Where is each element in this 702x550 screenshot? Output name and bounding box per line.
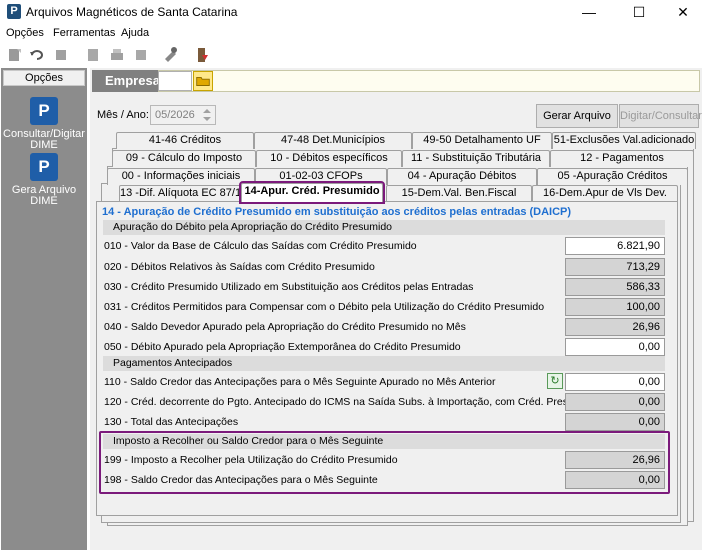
tab-04-apuracao-debitos[interactable]: 04 - Apuração Débitos [387,168,537,185]
tab-10-debitos-especificos[interactable]: 10 - Débitos específicos [256,150,402,167]
row-040-value: 26,96 [565,318,665,336]
document-icon[interactable] [84,46,102,64]
maximize-button[interactable]: ☐ [616,0,662,24]
tab-51-exclusoes[interactable]: 51-Exclusões Val.adicionado [552,132,696,149]
tab-47-48-det-municipios[interactable]: 47-48 Det.Municípios [254,132,412,149]
section-title: 14 - Apuração de Crédito Presumido em su… [102,206,572,218]
app-icon: P [7,4,21,19]
gerar-arquivo-button[interactable]: Gerar Arquivo [536,104,618,128]
tab-09-calculo-imposto[interactable]: 09 - Cálculo do Imposto [112,150,256,167]
tab-16-dem-apur-vls-dev[interactable]: 16-Dem.Apur de Vls Dev. [532,185,678,202]
sidebar-header: Opções [3,70,85,86]
mes-ano-label: Mês / Ano: [97,109,149,121]
export-icon[interactable] [132,46,150,64]
row-130-label: 130 - Total das Antecipações [104,416,239,428]
tab-12-pagamentos[interactable]: 12 - Pagamentos [550,150,694,167]
row-198-label: 198 - Saldo Credor das Antecipações para… [104,474,378,486]
digitar-consultar-button[interactable]: Digitar/Consultar [619,104,702,128]
menu-ferramentas[interactable]: Ferramentas [53,27,115,39]
row-010-label: 010 - Valor da Base de Cálculo das Saída… [104,240,417,252]
tab-15-dem-val-ben-fiscal[interactable]: 15-Dem.Val. Ben.Fiscal [386,185,532,202]
tab-14-apur-cred-presumido[interactable]: 14-Apur. Créd. Presumido [239,181,385,204]
spinner-icon[interactable] [201,108,213,122]
tab-41-46-creditos[interactable]: 41-46 Créditos [116,132,254,149]
group-header-apuracao: Apuração do Débito pela Apropriação do C… [103,220,665,235]
mes-ano-value: 05/2026 [155,109,195,121]
row-110-label: 110 - Saldo Credor das Antecipações para… [104,376,496,388]
close-button[interactable]: ✕ [660,0,702,24]
sidebar-item-consultar-line2[interactable]: DIME [1,140,87,151]
row-010-value[interactable]: 6.821,90 [565,237,665,255]
exit-icon[interactable] [193,46,211,64]
tab-11-substituicao-tributaria[interactable]: 11 - Substituição Tributária [402,150,550,167]
print-icon[interactable] [108,46,126,64]
row-120-label: 120 - Créd. decorrente do Pgto. Antecipa… [104,396,571,408]
new-icon[interactable] [6,46,24,64]
row-031-label: 031 - Créditos Permitidos para Compensar… [104,301,545,313]
row-040-label: 040 - Saldo Devedor Apurado pela Apropri… [104,321,466,333]
row-030-label: 030 - Crédito Presumido Utilizado em Sub… [104,281,474,293]
row-199-value: 26,96 [565,451,665,469]
group-header-pagamentos: Pagamentos Antecipados [103,356,665,371]
row-050-value[interactable]: 0,00 [565,338,665,356]
row-199-label: 199 - Imposto a Recolher pela Utilização… [104,454,398,466]
row-050-label: 050 - Débito Apurado pela Apropriação Ex… [104,341,461,353]
row-020-label: 020 - Débitos Relativos às Saídas com Cr… [104,261,375,273]
menu-opcoes[interactable]: Opções [6,27,44,39]
window-title: Arquivos Magnéticos de Santa Catarina [26,5,238,19]
row-120-value: 0,00 [565,393,665,411]
consultar-digitar-icon[interactable]: P [30,97,58,125]
tab-00-informacoes-iniciais[interactable]: 00 - Informações iniciais [107,168,255,185]
mes-ano-input[interactable]: 05/2026 [150,105,216,125]
row-130-value: 0,00 [565,413,665,431]
empresa-input[interactable] [158,71,192,91]
tools-icon[interactable] [162,46,180,64]
group-header-imposto-recolher: Imposto a Recolher ou Saldo Credor para … [103,434,665,449]
title-bar: P Arquivos Magnéticos de Santa Catarina … [0,0,702,24]
folder-open-icon[interactable] [193,71,213,91]
menu-ajuda[interactable]: Ajuda [121,27,149,39]
tab-13-dif-aliquota[interactable]: 13 -Dif. Alíquota EC 87/15 [119,185,247,202]
recalculate-icon[interactable]: ↻ [547,373,563,389]
minimize-button[interactable]: — [566,0,612,24]
stop-icon[interactable] [52,46,70,64]
row-030-value: 586,33 [565,278,665,296]
gera-arquivo-icon[interactable]: P [30,153,58,181]
empresa-label: Empresa [92,70,160,92]
row-020-value: 713,29 [565,258,665,276]
toolbar [0,42,702,68]
row-110-value[interactable]: 0,00 [565,373,665,391]
row-031-value: 100,00 [565,298,665,316]
undo-icon[interactable] [28,46,46,64]
tab-05-apuracao-creditos[interactable]: 05 -Apuração Créditos [537,168,688,185]
menu-bar: Opções Ferramentas Ajuda [0,24,702,42]
sidebar-item-gera-line2[interactable]: DIME [1,196,87,207]
row-198-value: 0,00 [565,471,665,489]
tab-49-50-detalhamento-uf[interactable]: 49-50 Detalhamento UF [412,132,552,149]
